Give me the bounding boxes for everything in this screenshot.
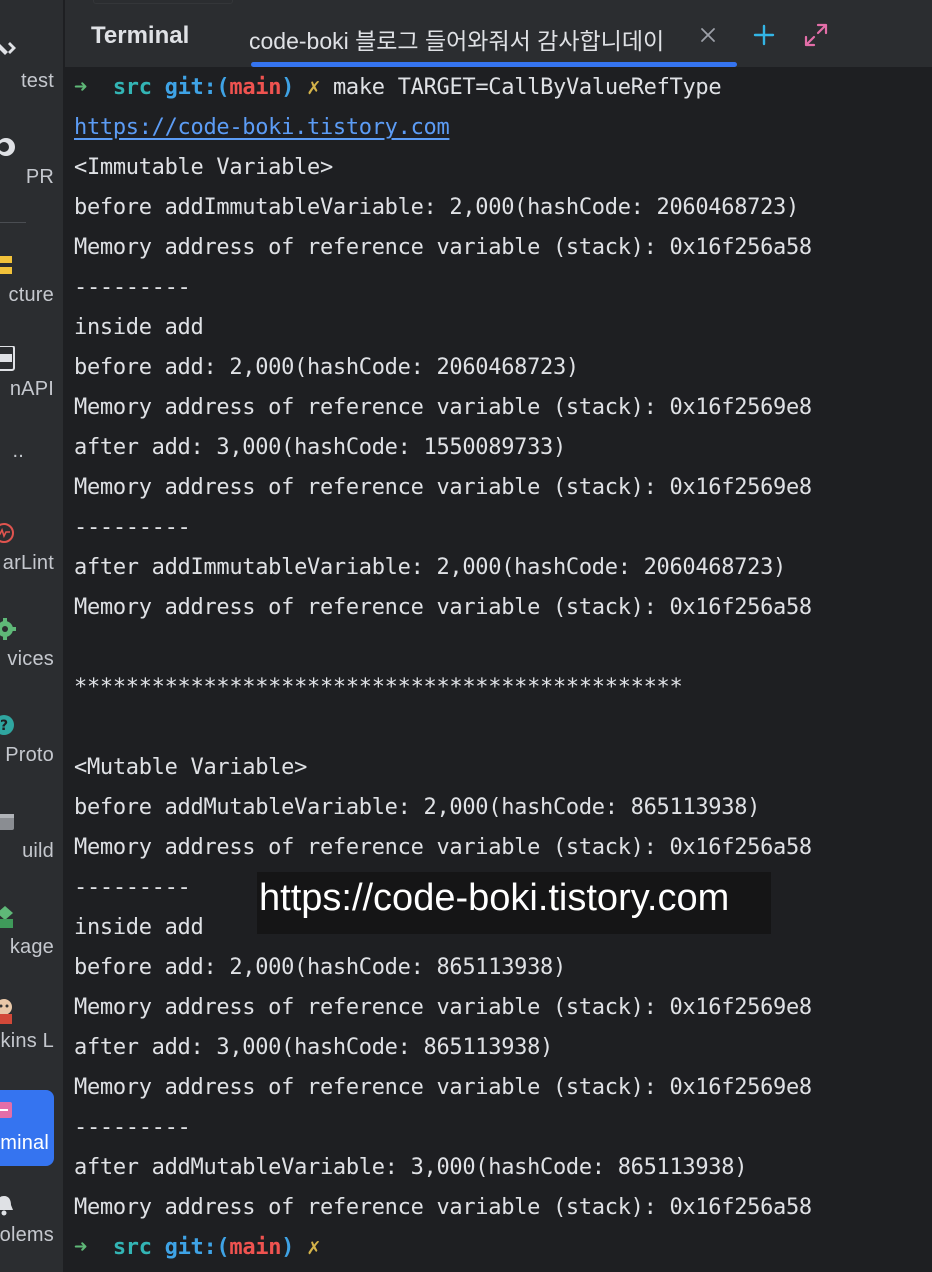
output-line: https://code-boki.tistory.com <box>74 108 450 148</box>
output-line: --------- <box>74 275 191 300</box>
jenkins-icon <box>0 999 20 1024</box>
prompt-dirty: ✗ <box>307 75 321 100</box>
terminal-tab[interactable]: code-boki 블로그 들어와줘서 감사합니데이 <box>237 0 737 68</box>
output-line: <Immutable Variable> <box>74 155 333 180</box>
expand-icon[interactable] <box>803 22 829 48</box>
tool-label: .. <box>12 440 24 462</box>
tool-pull-requests[interactable]: PR <box>0 136 63 232</box>
prompt-line: ➜ src git:(main) ✗ make TARGET=CallByVal… <box>74 68 722 108</box>
structure-icon <box>0 254 20 276</box>
prompt-line: ➜ src git:(main) ✗ <box>74 1228 320 1268</box>
prompt-git-close: ) <box>281 1235 295 1260</box>
prompt-arrow: ➜ <box>74 75 87 100</box>
tool-label: kage <box>9 936 54 958</box>
output-line: Memory address of reference variable (st… <box>74 995 812 1020</box>
api-icon <box>0 346 20 371</box>
tool-label: PR <box>25 166 54 188</box>
output-line: --------- <box>74 515 191 540</box>
tab-label: code-boki 블로그 들어와줘서 감사합니데이 <box>249 28 665 54</box>
panel-title: Terminal <box>91 22 190 49</box>
output-line: before add: 2,000(hashCode: 865113938) <box>74 955 566 980</box>
prompt-git: git:( <box>164 75 230 100</box>
tool-package[interactable]: kage <box>0 906 63 1002</box>
tool-sonarlint[interactable]: arLint <box>0 522 63 618</box>
tool-label: kins L <box>0 1030 54 1052</box>
output-line: --------- <box>74 875 191 900</box>
tool-label: cture <box>8 284 54 306</box>
tool-services[interactable]: vices <box>0 618 63 714</box>
prompt-dir: src <box>112 75 152 100</box>
prompt-branch: main <box>229 1235 282 1260</box>
output-line: after add: 3,000(hashCode: 1550089733) <box>74 435 566 460</box>
bell-icon <box>0 1194 20 1216</box>
tool-terminal[interactable]: minal <box>0 1090 54 1166</box>
terminal-header: Terminal code-boki 블로그 들어와줘서 감사합니데이 <box>65 0 932 68</box>
sonarlint-icon <box>0 522 20 544</box>
tool-more[interactable]: .. <box>0 418 63 462</box>
terminal-icon <box>0 1100 20 1122</box>
output-line: Memory address of reference variable (st… <box>74 595 812 620</box>
active-tab-indicator <box>251 62 737 67</box>
output-line: before addMutableVariable: 2,000(hashCod… <box>74 795 761 820</box>
tool-divider <box>0 222 26 223</box>
tool-structure[interactable]: cture <box>0 254 63 350</box>
blog-link[interactable]: https://code-boki.tistory.com <box>74 115 450 140</box>
package-icon <box>0 906 20 928</box>
output-line: Memory address of reference variable (st… <box>74 1195 812 1220</box>
output-line: before add: 2,000(hashCode: 2060468723) <box>74 355 579 380</box>
tool-build[interactable]: uild <box>0 810 63 906</box>
github-icon <box>0 136 20 158</box>
output-line: --------- <box>74 1115 191 1140</box>
tool-protocol[interactable]: ? Proto <box>0 714 63 810</box>
terminal-output[interactable]: ➜ src git:(main) ✗ make TARGET=CallByVal… <box>65 68 932 1272</box>
output-line: after addMutableVariable: 3,000(hashCode… <box>74 1155 748 1180</box>
output-line: Memory address of reference variable (st… <box>74 395 812 420</box>
output-line: Memory address of reference variable (st… <box>74 1075 812 1100</box>
help-icon: ? <box>0 714 20 736</box>
svg-text:?: ? <box>0 718 8 734</box>
prompt-branch: main <box>229 75 282 100</box>
prompt-arrow: ➜ <box>74 1235 87 1260</box>
blog-watermark: https://code-boki.tistory.com <box>257 872 771 934</box>
tool-label: minal <box>0 1132 49 1154</box>
output-line: Memory address of reference variable (st… <box>74 235 812 260</box>
tool-label: nAPI <box>9 378 54 400</box>
tool-label: test <box>20 70 54 92</box>
tool-problems[interactable]: olems <box>0 1194 63 1272</box>
prompt-dirty: ✗ <box>307 1235 321 1260</box>
tool-label: Proto <box>5 744 54 766</box>
toolbar-remnant <box>93 0 233 4</box>
output-line: inside add <box>74 915 204 940</box>
plus-icon[interactable] <box>751 22 777 48</box>
prompt-dir: src <box>112 1235 152 1260</box>
output-line: before addImmutableVariable: 2,000(hashC… <box>74 195 799 220</box>
prompt-git-close: ) <box>281 75 295 100</box>
output-line: after addImmutableVariable: 2,000(hashCo… <box>74 555 786 580</box>
tool-label: uild <box>22 840 54 862</box>
close-icon[interactable] <box>697 24 719 46</box>
build-icon <box>0 810 20 832</box>
tool-label: olems <box>0 1224 54 1246</box>
tool-test[interactable]: test <box>0 40 63 136</box>
tool-window-strip: test PR cture nAPI .. arLint vices ? Pro… <box>0 0 64 1272</box>
output-line: Memory address of reference variable (st… <box>74 475 812 500</box>
hammer-icon <box>0 40 20 62</box>
output-line: Memory address of reference variable (st… <box>74 835 812 860</box>
prompt-git: git:( <box>164 1235 230 1260</box>
output-line: ****************************************… <box>74 675 683 700</box>
output-line: <Mutable Variable> <box>74 755 308 780</box>
output-line: inside add <box>74 315 204 340</box>
gear-icon <box>0 618 20 640</box>
tool-label: arLint <box>2 552 54 574</box>
tool-label: vices <box>7 648 54 670</box>
output-line: after add: 3,000(hashCode: 865113938) <box>74 1035 553 1060</box>
tool-jenkins[interactable]: kins L <box>0 999 63 1096</box>
command-text: make TARGET=CallByValueRefType <box>332 75 722 100</box>
